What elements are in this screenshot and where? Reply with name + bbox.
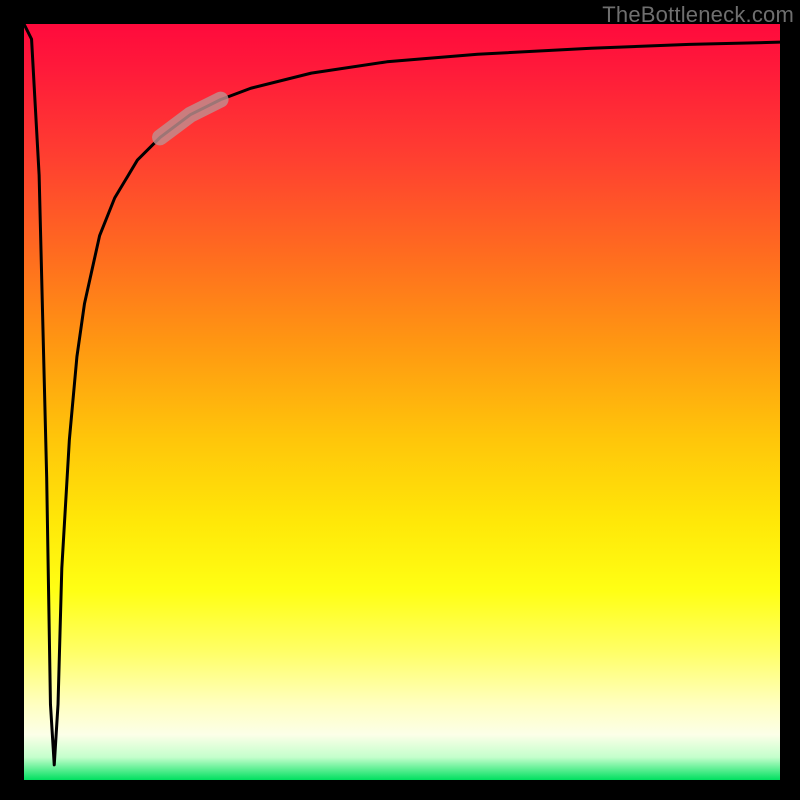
plot-area xyxy=(24,24,780,780)
chart-frame: TheBottleneck.com xyxy=(0,0,800,800)
highlight-segment xyxy=(160,100,220,138)
attribution-label: TheBottleneck.com xyxy=(602,2,794,28)
curve-layer xyxy=(24,24,780,780)
bottleneck-curve xyxy=(24,24,780,765)
